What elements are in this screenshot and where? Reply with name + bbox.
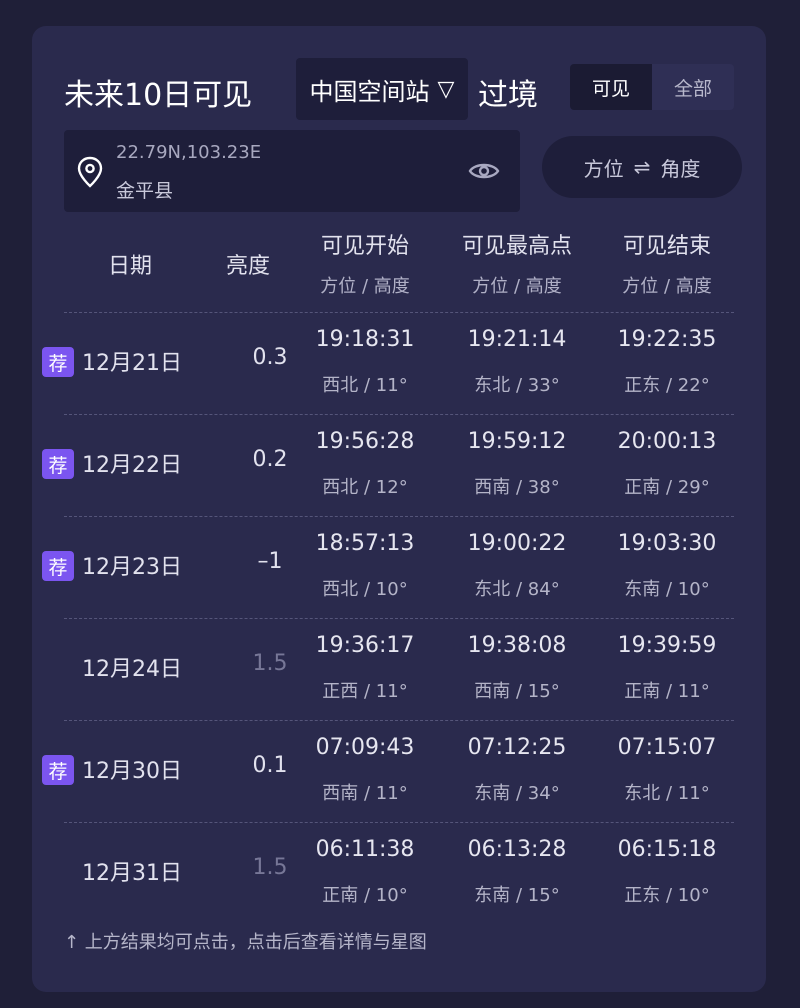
pass-peak-position: 西南 / 15° [474,681,560,702]
filter-visible-tab[interactable]: 可见 [570,64,652,110]
pass-start-time: 19:36:17 [315,633,415,658]
pass-peak-time: 19:59:12 [467,429,567,454]
pass-end-position: 东北 / 11° [624,783,710,804]
page-title: 未来10日可见 [64,78,253,113]
recommended-badge: 荐 [42,551,74,581]
header-end: 可见结束 方位 / 高度 [622,234,712,297]
azimuth-angle-toggle[interactable]: 方位 ⇌ 角度 [542,136,742,198]
pass-start-time: 07:09:43 [315,735,415,760]
eye-icon[interactable] [468,159,500,183]
header-brightness: 亮度 [225,254,270,279]
location-pin-icon [77,156,103,188]
pass-end-position: 正东 / 10° [624,885,710,906]
pass-row[interactable]: 12月24日 1.5 19:36:17 正西 / 11° 19:38:08 西南 … [64,618,734,720]
recommended-badge: 荐 [42,755,74,785]
pass-row[interactable]: 荐 12月30日 0.1 07:09:43 西南 / 11° 07:12:25 东南… [42,720,734,822]
location-coordinates: 22.79N,103.23E [116,142,262,163]
location-box[interactable]: 22.79N,103.23E 金平县 [64,130,520,212]
pass-date: 12月31日 [82,861,182,886]
pass-row[interactable]: 12月31日 1.5 06:11:38 正南 / 10° 06:13:28 东南 … [64,822,734,924]
pass-peak-position: 西南 / 38° [474,477,560,498]
passes-card: 未来10日可见 中国空间站 ▽ 过境 可见 全部 22.79N,103.23E … [32,26,766,992]
filter-all-tab[interactable]: 全部 [652,64,734,110]
pass-row[interactable]: 荐 12月23日 –1 18:57:13 西北 / 10° 19:00:22 东北 … [42,516,734,618]
toggle-right-label: 角度 [660,156,701,181]
toggle-left-label: 方位 [583,156,624,181]
pass-end-position: 正东 / 22° [624,375,710,396]
pass-peak-time: 19:21:14 [467,327,567,352]
pass-start-position: 正南 / 10° [322,885,408,906]
pass-end-time: 07:15:07 [617,735,717,760]
pass-peak-position: 东北 / 33° [474,375,560,396]
pass-start-position: 西南 / 11° [322,783,408,804]
pass-date: 12月23日 [82,555,182,580]
pass-date: 12月24日 [82,657,182,682]
header-date: 日期 [107,254,152,279]
pass-peak-position: 东南 / 15° [474,885,560,906]
pass-peak-time: 07:12:25 [467,735,567,760]
pass-end-position: 正南 / 29° [624,477,710,498]
pass-start-position: 西北 / 10° [322,579,408,600]
pass-date: 12月22日 [82,453,182,478]
satellite-name: 中国空间站 [309,77,430,106]
satellite-select[interactable]: 中国空间站 ▽ [296,58,468,120]
visibility-filter: 可见 全部 [570,64,734,110]
pass-date: 12月21日 [82,351,182,376]
recommended-badge: 荐 [42,347,74,377]
pass-start-position: 西北 / 11° [322,375,408,396]
pass-start-time: 19:18:31 [315,327,415,352]
pass-row[interactable]: 荐 12月22日 0.2 19:56:28 西北 / 12° 19:59:12 西南… [42,414,734,516]
pass-row[interactable]: 荐 12月21日 0.3 19:18:31 西北 / 11° 19:21:14 东北… [42,312,734,414]
pass-peak-position: 东南 / 34° [474,783,560,804]
pass-peak-time: 19:00:22 [467,531,567,556]
pass-peak-time: 19:38:08 [467,633,567,658]
pass-peak-position: 东北 / 84° [474,579,560,600]
pass-end-position: 正南 / 11° [624,681,710,702]
pass-end-time: 19:39:59 [617,633,717,658]
swap-arrows-icon: ⇌ [633,155,651,179]
pass-start-position: 正西 / 11° [322,681,408,702]
pass-end-time: 20:00:13 [617,429,717,454]
pass-start-time: 06:11:38 [315,837,415,862]
location-county: 金平县 [116,180,174,202]
pass-start-time: 19:56:28 [315,429,415,454]
pass-end-time: 06:15:18 [617,837,717,862]
header-start: 可见开始 方位 / 高度 [320,234,410,297]
footer-hint: ↑ 上方结果均可点击，点击后查看详情与星图 [64,932,427,953]
pass-end-time: 19:03:30 [617,531,717,556]
pass-date: 12月30日 [82,759,182,784]
title-suffix: 过境 [478,78,538,113]
pass-end-time: 19:22:35 [617,327,717,352]
pass-list: 荐 12月21日 0.3 19:18:31 西北 / 11° 19:21:14 东北… [42,312,734,924]
pass-end-position: 东南 / 10° [624,579,710,600]
recommended-badge: 荐 [42,449,74,479]
table-header: 日期 亮度 可见开始 方位 / 高度 可见最高点 方位 / 高度 可见结束 方位… [32,222,766,310]
header-peak: 可见最高点 方位 / 高度 [461,234,572,297]
pass-peak-time: 06:13:28 [467,837,567,862]
pass-start-time: 18:57:13 [315,531,415,556]
dropdown-triangle-icon: ▽ [437,76,455,102]
pass-start-position: 西北 / 12° [322,477,408,498]
